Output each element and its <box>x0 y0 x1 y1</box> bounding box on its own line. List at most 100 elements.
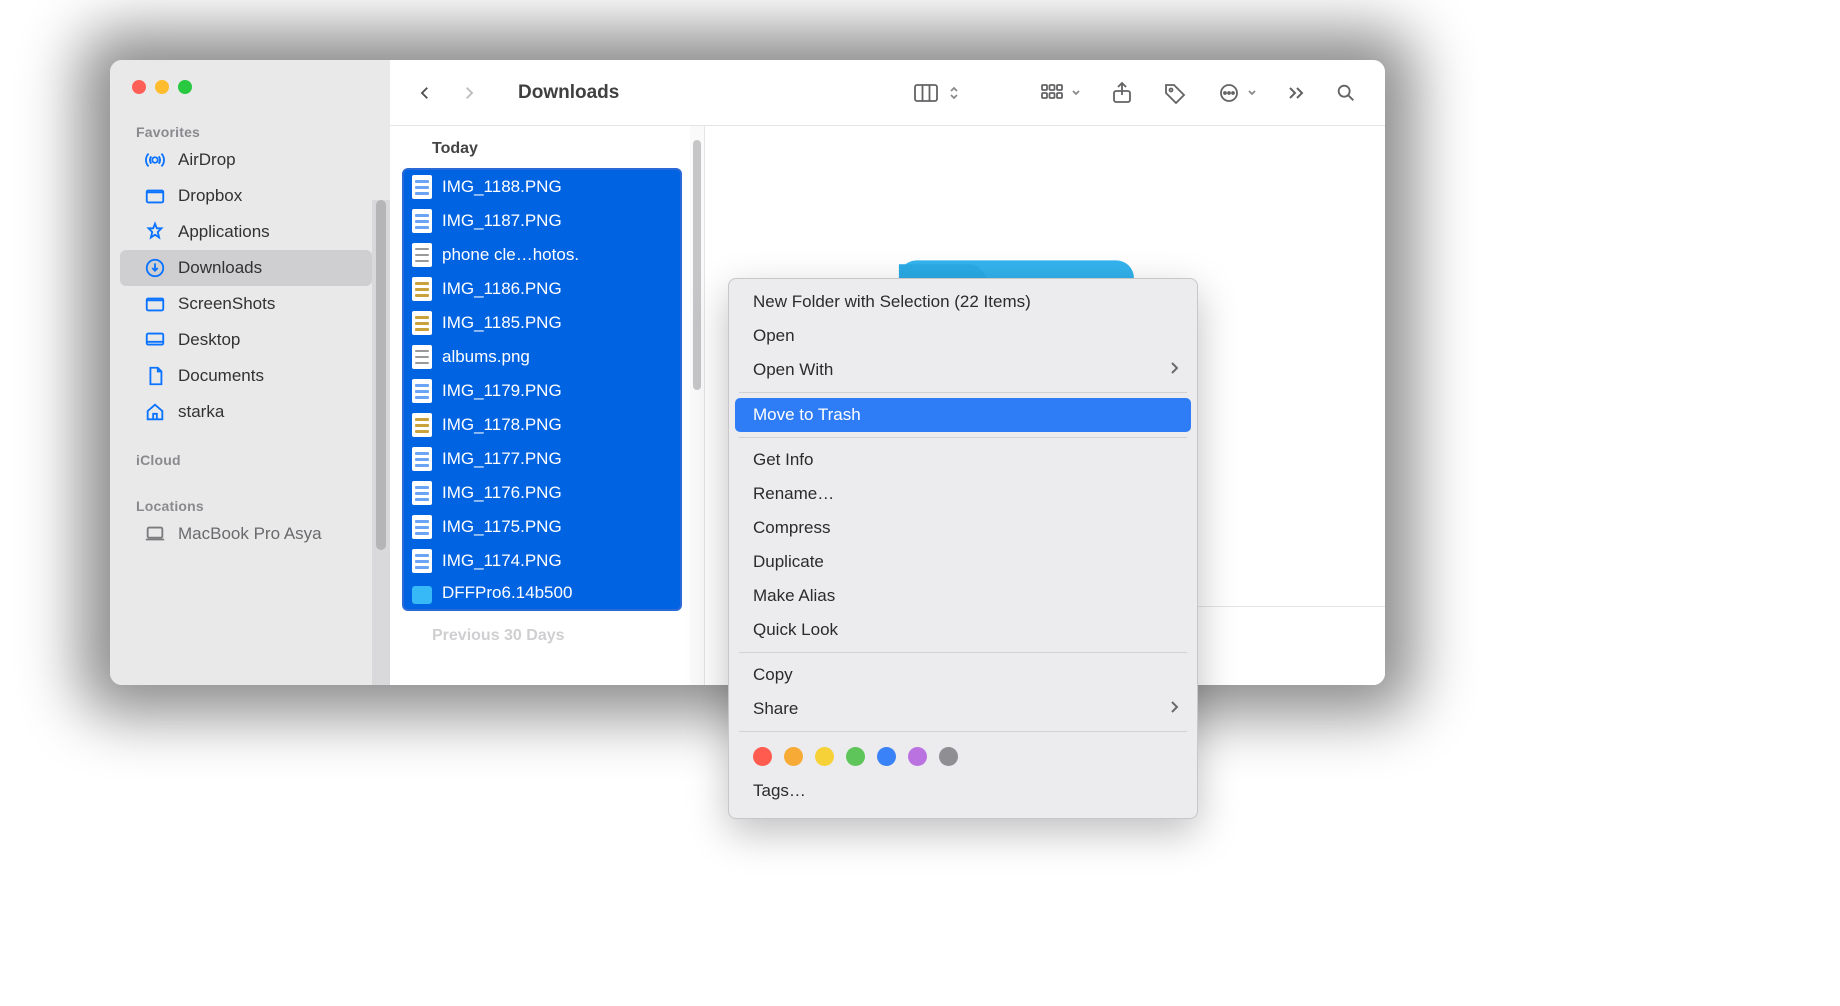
downloads-icon <box>144 257 166 279</box>
file-thumbnail <box>412 311 432 335</box>
tag-color-dot[interactable] <box>784 747 803 766</box>
file-name: IMG_1186.PNG <box>442 279 562 299</box>
sidebar-scrollbar[interactable] <box>372 200 390 685</box>
actions-button[interactable] <box>1207 76 1267 110</box>
toolbar: Downloads <box>390 60 1385 126</box>
sidebar-item-screenshots[interactable]: ScreenShots <box>120 286 372 322</box>
sidebar-item-label: MacBook Pro Asya <box>178 524 322 544</box>
zoom-window-button[interactable] <box>178 80 192 94</box>
sidebar-item-dropbox[interactable]: Dropbox <box>120 178 372 214</box>
group-button[interactable] <box>1029 76 1091 110</box>
column-scrollbar[interactable] <box>690 126 704 685</box>
chevron-down-icon <box>1245 86 1257 100</box>
chevron-right-icon <box>1169 361 1179 379</box>
file-row[interactable]: IMG_1188.PNG <box>404 170 680 204</box>
sidebar-item-home[interactable]: starka <box>120 394 372 430</box>
menu-item-label: Duplicate <box>753 552 824 572</box>
menu-item[interactable]: Open With <box>729 353 1197 387</box>
sidebar-item-desktop[interactable]: Desktop <box>120 322 372 358</box>
menu-item[interactable]: New Folder with Selection (22 Items) <box>729 285 1197 319</box>
menu-separator <box>739 437 1187 438</box>
sidebar-item-downloads[interactable]: Downloads <box>120 250 372 286</box>
window-controls <box>110 80 390 116</box>
file-row[interactable]: IMG_1178.PNG <box>404 408 680 442</box>
file-name: IMG_1187.PNG <box>442 211 562 231</box>
menu-item[interactable]: Quick Look <box>729 613 1197 647</box>
chevron-updown-icon <box>943 82 965 104</box>
menu-item-label: Quick Look <box>753 620 838 640</box>
back-button[interactable] <box>408 76 442 110</box>
file-name: IMG_1179.PNG <box>442 381 562 401</box>
menu-item-label: Make Alias <box>753 586 835 606</box>
sidebar-item-documents[interactable]: Documents <box>120 358 372 394</box>
menu-item-label: New Folder with Selection (22 Items) <box>753 292 1031 312</box>
file-row[interactable]: IMG_1175.PNG <box>404 510 680 544</box>
file-row[interactable]: IMG_1174.PNG <box>404 544 680 578</box>
file-thumbnail <box>412 175 432 199</box>
file-row[interactable]: DFFPro6.14b500 <box>404 578 680 609</box>
menu-item[interactable]: Open <box>729 319 1197 353</box>
file-name: IMG_1174.PNG <box>442 551 562 571</box>
menu-item[interactable]: Rename… <box>729 477 1197 511</box>
file-row[interactable]: IMG_1187.PNG <box>404 204 680 238</box>
menu-item-label: Share <box>753 699 798 719</box>
file-row[interactable]: IMG_1186.PNG <box>404 272 680 306</box>
share-button[interactable] <box>1101 75 1143 111</box>
folder-icon <box>144 185 166 207</box>
sidebar-item-macbook[interactable]: MacBook Pro Asya <box>120 516 372 552</box>
menu-item[interactable]: Move to Trash <box>735 398 1191 432</box>
sidebar: Favorites AirDrop Dropbox <box>110 60 390 685</box>
tag-color-dot[interactable] <box>939 747 958 766</box>
file-thumbnail <box>412 209 432 233</box>
forward-button[interactable] <box>452 76 486 110</box>
view-columns-button[interactable] <box>903 76 975 110</box>
sidebar-item-airdrop[interactable]: AirDrop <box>120 142 372 178</box>
menu-item[interactable]: Compress <box>729 511 1197 545</box>
file-name: IMG_1176.PNG <box>442 483 562 503</box>
list-group-previous: Previous 30 Days <box>390 617 704 645</box>
menu-item[interactable]: Get Info <box>729 443 1197 477</box>
tag-color-dot[interactable] <box>846 747 865 766</box>
tag-color-dot[interactable] <box>753 747 772 766</box>
file-name: IMG_1178.PNG <box>442 415 562 435</box>
file-row[interactable]: IMG_1177.PNG <box>404 442 680 476</box>
file-row[interactable]: phone cle…hotos. <box>404 238 680 272</box>
file-row[interactable]: IMG_1185.PNG <box>404 306 680 340</box>
menu-item-label: Compress <box>753 518 830 538</box>
menu-item-label: Open <box>753 326 795 346</box>
file-thumbnail <box>412 549 432 573</box>
file-name: IMG_1185.PNG <box>442 313 562 333</box>
file-name: IMG_1188.PNG <box>442 177 562 197</box>
file-thumbnail <box>412 515 432 539</box>
minimize-window-button[interactable] <box>155 80 169 94</box>
menu-item[interactable]: Make Alias <box>729 579 1197 613</box>
file-thumbnail <box>412 413 432 437</box>
sidebar-item-label: starka <box>178 402 224 422</box>
tag-color-dot[interactable] <box>908 747 927 766</box>
menu-item[interactable]: Copy <box>729 658 1197 692</box>
menu-item[interactable]: Share <box>729 692 1197 726</box>
file-row[interactable]: albums.png <box>404 340 680 374</box>
tag-color-dot[interactable] <box>877 747 896 766</box>
search-button[interactable] <box>1325 76 1367 110</box>
tags-button[interactable] <box>1153 76 1197 110</box>
menu-item-label: Open With <box>753 360 833 380</box>
sidebar-section-favorites: Favorites <box>110 116 390 142</box>
close-window-button[interactable] <box>132 80 146 94</box>
desktop-icon <box>144 329 166 351</box>
file-thumbnail <box>412 243 432 267</box>
chevron-down-icon <box>1069 86 1081 100</box>
sidebar-section-icloud: iCloud <box>110 444 390 470</box>
menu-item[interactable]: Tags… <box>729 774 1197 808</box>
sidebar-item-label: AirDrop <box>178 150 236 170</box>
sidebar-item-applications[interactable]: Applications <box>120 214 372 250</box>
file-row[interactable]: IMG_1179.PNG <box>404 374 680 408</box>
sidebar-item-label: Desktop <box>178 330 240 350</box>
sidebar-item-label: Downloads <box>178 258 262 278</box>
tag-color-dot[interactable] <box>815 747 834 766</box>
menu-item[interactable]: Duplicate <box>729 545 1197 579</box>
file-selection-block[interactable]: IMG_1188.PNG IMG_1187.PNGphone cle…hotos.… <box>402 168 682 611</box>
list-group-today: Today <box>390 126 704 168</box>
file-row[interactable]: IMG_1176.PNG <box>404 476 680 510</box>
overflow-button[interactable] <box>1277 79 1315 107</box>
